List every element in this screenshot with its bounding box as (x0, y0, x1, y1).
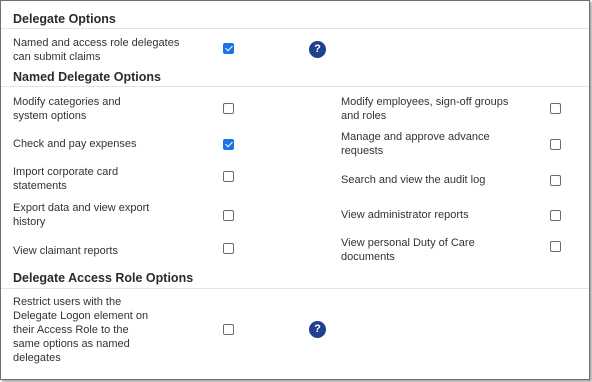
delegate-settings-panel: Delegate Options Named and access role d… (0, 0, 590, 380)
restrict-users-checkbox[interactable] (223, 324, 234, 335)
delegate-access-role-options-heading: Delegate Access Role Options (13, 271, 194, 285)
modify-categories-label: Modify categories and system options (13, 96, 121, 122)
check-pay-expenses-checkbox[interactable] (223, 139, 234, 150)
check-pay-expenses-label: Check and pay expenses (13, 138, 137, 150)
submit-claims-label: Named and access role delegates can subm… (13, 37, 180, 63)
named-delegate-options-heading: Named Delegate Options (13, 70, 161, 84)
duty-of-care-checkbox[interactable] (550, 241, 561, 252)
section-divider (1, 86, 589, 87)
restrict-users-label: Restrict users with the Delegate Logon e… (13, 296, 149, 364)
view-claimant-reports-checkbox[interactable] (223, 243, 234, 254)
submit-claims-checkbox[interactable] (223, 43, 234, 54)
modify-categories-checkbox[interactable] (223, 103, 234, 114)
section-divider (1, 28, 589, 29)
duty-of-care-label: View personal Duty of Care documents (341, 237, 475, 263)
import-card-statements-checkbox[interactable] (223, 171, 234, 182)
view-admin-reports-checkbox[interactable] (550, 210, 561, 221)
view-admin-reports-label: View administrator reports (341, 209, 469, 221)
manage-advance-requests-label: Manage and approve advance requests (341, 131, 490, 157)
help-icon[interactable]: ? (309, 41, 326, 58)
view-claimant-reports-label: View claimant reports (13, 245, 118, 257)
section-divider (1, 288, 589, 289)
modify-employees-label: Modify employees, sign-off groups and ro… (341, 96, 509, 122)
audit-log-checkbox[interactable] (550, 175, 561, 186)
modify-employees-checkbox[interactable] (550, 103, 561, 114)
export-data-label: Export data and view export history (13, 202, 150, 228)
audit-log-label: Search and view the audit log (341, 174, 486, 186)
manage-advance-requests-checkbox[interactable] (550, 139, 561, 150)
delegate-options-heading: Delegate Options (13, 12, 116, 26)
export-data-checkbox[interactable] (223, 210, 234, 221)
help-icon[interactable]: ? (309, 321, 326, 338)
import-card-statements-label: Import corporate card statements (13, 166, 119, 192)
